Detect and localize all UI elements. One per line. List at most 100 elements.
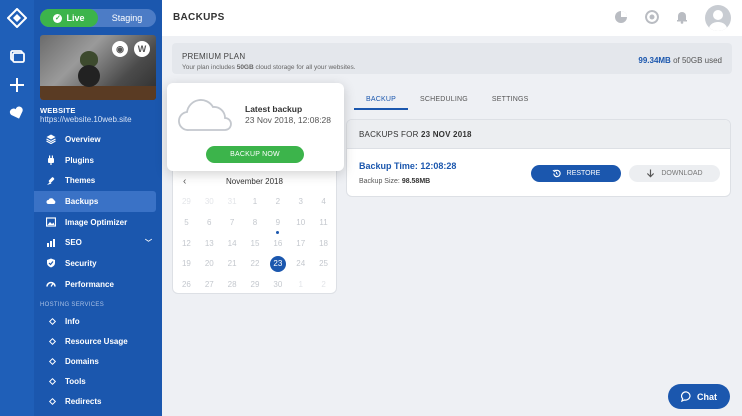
- calendar-day[interactable]: 27: [198, 275, 221, 296]
- site-url[interactable]: https://website.10web.site: [40, 115, 132, 124]
- live-toggle-option[interactable]: ✓ Live: [40, 9, 98, 27]
- calendar-day[interactable]: 7: [221, 213, 244, 234]
- speed-icon[interactable]: [645, 10, 659, 24]
- calendar-day[interactable]: 2: [312, 275, 335, 296]
- tab-settings[interactable]: SETTINGS: [480, 94, 541, 110]
- sidebar-item-security[interactable]: Security: [34, 253, 162, 274]
- sidebar-item-label: Info: [65, 317, 80, 327]
- calendar-day[interactable]: 1: [289, 275, 312, 296]
- calendar-day[interactable]: 22: [244, 254, 267, 275]
- site-name: WEBSITE: [40, 106, 76, 115]
- calendar-day-number: 31: [227, 197, 237, 206]
- heart-icon[interactable]: [8, 104, 26, 122]
- website-thumbnail[interactable]: ◉ W: [40, 35, 156, 100]
- calendar-day[interactable]: 4: [312, 192, 335, 213]
- calendar-day[interactable]: 28: [221, 275, 244, 296]
- calendar-day[interactable]: 14: [221, 234, 244, 255]
- calendar-day[interactable]: 10: [289, 213, 312, 234]
- calendar-day[interactable]: 17: [289, 234, 312, 255]
- hosting-nav: Info Resource Usage Domains Tools Redire…: [34, 312, 162, 411]
- sidebar-item-label: Redirects: [65, 396, 102, 406]
- tab-scheduling[interactable]: SCHEDULING: [408, 94, 480, 110]
- calendar-day-number: 30: [204, 197, 214, 206]
- calendar-day[interactable]: 31: [221, 192, 244, 213]
- calendar-day-number: 7: [229, 217, 235, 227]
- backup-now-button[interactable]: BACKUP NOW: [206, 146, 304, 163]
- calendar-day[interactable]: 24: [289, 254, 312, 275]
- sidebar-item-resource-usage[interactable]: Resource Usage: [34, 332, 162, 352]
- calendar-day-number: 6: [207, 217, 212, 227]
- calendar-day[interactable]: 1: [244, 192, 267, 213]
- sidebar-item-overview[interactable]: Overview: [34, 129, 162, 150]
- calendar-day-selected[interactable]: 23: [266, 254, 289, 275]
- calendar-day-has-backup[interactable]: 9: [266, 213, 289, 234]
- image-icon: [46, 217, 56, 227]
- sidebar-item-label: Performance: [65, 279, 114, 289]
- app-rail: [0, 0, 34, 416]
- calendar-day[interactable]: 21: [221, 254, 244, 275]
- calendar-day-number: 12: [181, 238, 191, 248]
- user-avatar[interactable]: [705, 5, 731, 31]
- calendar-day[interactable]: 11: [312, 213, 335, 234]
- top-bar: BACKUPS: [162, 0, 742, 36]
- sidebar-item-domains[interactable]: Domains: [34, 352, 162, 372]
- sidebar-item-image-optimizer[interactable]: Image Optimizer: [34, 212, 162, 233]
- chat-button[interactable]: Chat: [668, 384, 730, 409]
- download-button[interactable]: DOWNLOAD: [629, 165, 720, 182]
- calendar-day[interactable]: 16: [266, 234, 289, 255]
- calendar-day[interactable]: 8: [244, 213, 267, 234]
- sidebar-item-performance[interactable]: Performance: [34, 274, 162, 295]
- backup-calendar: ‹ November 2018 29 30 31 1 2 3 4 5 6 7 8 9 10 11 12 13 1…: [172, 165, 337, 294]
- sidebar-item-label: Plugins: [65, 155, 94, 165]
- eye-icon[interactable]: ◉: [112, 41, 128, 57]
- calendar-day[interactable]: 26: [175, 275, 198, 296]
- calendar-day[interactable]: 30: [198, 192, 221, 213]
- wordpress-icon[interactable]: W: [134, 41, 150, 57]
- calendar-day[interactable]: 18: [312, 234, 335, 255]
- calendar-day-number: 17: [296, 238, 306, 248]
- calendar-day[interactable]: 12: [175, 234, 198, 255]
- staging-toggle-option[interactable]: Staging: [98, 9, 156, 27]
- sidebar-item-info[interactable]: Info: [34, 312, 162, 332]
- restore-button[interactable]: RESTORE: [531, 165, 621, 182]
- calendar-day[interactable]: 2: [266, 192, 289, 213]
- gauge-icon: [46, 281, 56, 287]
- bell-icon[interactable]: [675, 10, 689, 24]
- calendar-day[interactable]: 3: [289, 192, 312, 213]
- calendar-day[interactable]: 6: [198, 213, 221, 234]
- calendar-day[interactable]: 25: [312, 254, 335, 275]
- sidebar-item-label: Image Optimizer: [65, 217, 128, 227]
- backup-panel: BACKUPS FOR 23 NOV 2018 Backup Time: 12:…: [346, 119, 731, 197]
- calendar-day[interactable]: 20: [198, 254, 221, 275]
- sidebar-item-tools[interactable]: Tools: [34, 371, 162, 391]
- sidebar-item-redirects[interactable]: Redirects: [34, 391, 162, 411]
- sidebar-item-themes[interactable]: Themes: [34, 170, 162, 191]
- backup-panel-header: BACKUPS FOR 23 NOV 2018: [347, 120, 730, 149]
- calendar-day[interactable]: 13: [198, 234, 221, 255]
- sidebar-item-plugins[interactable]: Plugins: [34, 150, 162, 171]
- sites-icon[interactable]: [8, 47, 26, 65]
- add-icon[interactable]: [8, 76, 26, 94]
- calendar-day-number: 28: [227, 280, 237, 290]
- calendar-day[interactable]: 15: [244, 234, 267, 255]
- sidebar-item-backups[interactable]: Backups: [34, 191, 156, 212]
- backup-size: Backup Size: 98.58MB: [359, 178, 430, 185]
- backup-size-value: 98.58MB: [401, 178, 431, 185]
- logo-icon[interactable]: [7, 8, 27, 28]
- calendar-day[interactable]: 30: [266, 275, 289, 296]
- tab-backup[interactable]: BACKUP: [354, 94, 408, 110]
- calendar-day[interactable]: 19: [175, 254, 198, 275]
- environment-toggle[interactable]: ✓ Live Staging: [40, 9, 156, 27]
- calendar-day[interactable]: 5: [175, 213, 198, 234]
- sidebar: ✓ Live Staging ◉ W WEBSITE https://websi…: [34, 0, 162, 416]
- calendar-day-number: 13: [204, 238, 214, 248]
- calendar-day-number: 5: [184, 217, 189, 227]
- chevron-down-icon[interactable]: ﹀: [145, 238, 152, 248]
- pie-chart-icon[interactable]: [614, 10, 628, 24]
- sidebar-item-seo[interactable]: SEO ﹀: [34, 232, 162, 253]
- calendar-day-number: 16: [273, 238, 283, 248]
- calendar-day[interactable]: 29: [175, 192, 198, 213]
- calendar-day-number: 30: [273, 280, 283, 290]
- backup-tabs: BACKUP SCHEDULING SETTINGS: [354, 94, 541, 110]
- calendar-day[interactable]: 29: [244, 275, 267, 296]
